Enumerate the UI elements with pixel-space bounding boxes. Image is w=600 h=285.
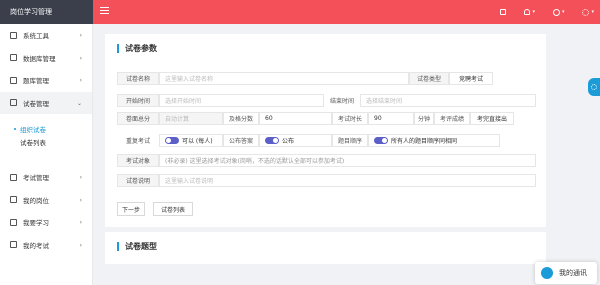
briefcase-icon	[10, 196, 17, 204]
duration-unit: 分钟	[414, 112, 434, 125]
order-label: 题目顺序	[332, 134, 368, 147]
desc-input[interactable]: 这里输入试卷说明	[159, 174, 536, 187]
sidebar-item-database[interactable]: 数据库管理 ›	[0, 47, 92, 70]
duration-input[interactable]: 90	[368, 112, 414, 125]
target-label: 考试对象	[117, 154, 159, 167]
toggle-switch[interactable]	[265, 137, 279, 144]
gear-icon	[582, 8, 590, 16]
sidebar-item-question-bank[interactable]: 题库管理 ›	[0, 69, 92, 92]
toggle-switch[interactable]	[165, 137, 179, 144]
chevron-right-icon: ›	[79, 54, 82, 62]
avatar	[541, 267, 553, 279]
chevron-down-icon: ▾	[561, 9, 565, 15]
duration-label: 考试时长	[332, 112, 368, 125]
end-time-input[interactable]: 选择结束时间	[360, 94, 536, 107]
publish-label: 公布答案	[223, 134, 259, 147]
sidebar: 系统工具 › 数据库管理 › 题库管理 › 试卷管理 ⌄ 组织试卷 试卷列表 考试管理 ›…	[0, 24, 93, 285]
order-toggle[interactable]: 所有人的题目顺序同相同	[368, 134, 500, 147]
target-select[interactable]: (非必录) 这里选择考试对象(岗哨，不选的话默认全部可以参加考试)	[159, 154, 536, 167]
gear-icon	[591, 84, 597, 90]
type-label: 试卷类型	[409, 72, 449, 85]
document-icon	[10, 99, 17, 107]
chevron-down-icon: ▾	[532, 9, 535, 15]
app-title: 岗位学习管理	[0, 0, 93, 24]
settings-menu[interactable]: ▾	[582, 8, 594, 16]
menu-toggle-icon[interactable]	[100, 7, 109, 16]
row-name: 试卷名称 这里输入试卷名称 试卷类型 竞聘考试	[117, 72, 493, 85]
section-title: 试卷参数	[117, 44, 157, 53]
floating-settings-button[interactable]	[588, 78, 600, 96]
pen-icon	[10, 173, 17, 181]
pass-label: 及格分数	[223, 112, 259, 125]
chat-label: 我的通讯	[559, 269, 587, 277]
paper-list-button[interactable]: 试卷列表	[153, 202, 193, 216]
row-target: 考试对象 (非必录) 这里选择考试对象(岗哨，不选的话默认全部可以参加考试)	[117, 154, 536, 167]
sidebar-item-paper-management[interactable]: 试卷管理 ⌄	[0, 91, 92, 114]
exam-icon	[10, 241, 17, 249]
publish-toggle[interactable]: 公布	[259, 134, 332, 147]
chat-widget[interactable]: 我的通讯	[535, 262, 597, 284]
review-label: 考评成绩	[434, 112, 470, 125]
chevron-right-icon: ›	[79, 196, 82, 204]
name-input[interactable]: 这里输入试卷名称	[159, 72, 409, 85]
chevron-down-icon: ▾	[591, 9, 594, 15]
pass-score-input[interactable]: 60	[259, 112, 332, 125]
grid-icon	[10, 31, 17, 39]
fullscreen-icon[interactable]	[500, 9, 507, 15]
sidebar-item-system-tools[interactable]: 系统工具 ›	[0, 24, 92, 47]
next-button[interactable]: 下一步	[117, 202, 145, 216]
notification-menu[interactable]: ▾	[524, 9, 535, 15]
sidebar-item-my-post[interactable]: 我的岗位 ›	[0, 189, 92, 212]
sidebar-item-exam-management[interactable]: 考试管理 ›	[0, 166, 92, 189]
chevron-right-icon: ›	[79, 241, 82, 249]
retake-toggle[interactable]: 可以 (每人)	[159, 134, 223, 147]
row-desc: 试卷说明 这里输入试卷说明	[117, 174, 536, 187]
name-label: 试卷名称	[117, 72, 159, 85]
bell-icon	[524, 9, 531, 15]
paper-params-panel: 试卷参数 试卷名称 这里输入试卷名称 试卷类型 竞聘考试 开始时间 选择开始时间…	[105, 34, 546, 227]
type-select[interactable]: 竞聘考试	[449, 72, 493, 85]
start-label: 开始时间	[117, 94, 159, 107]
chevron-right-icon: ›	[79, 77, 82, 84]
end-label: 结束时间	[324, 94, 360, 107]
layers-icon	[10, 76, 17, 84]
desc-label: 试卷说明	[117, 174, 159, 187]
review-select[interactable]: 考完直接出	[470, 112, 514, 125]
section-title: 试卷题型	[117, 242, 157, 251]
user-menu[interactable]: ▾	[552, 8, 565, 16]
toggle-switch[interactable]	[374, 137, 388, 144]
submenu-item-compose-paper[interactable]: 组织试卷	[0, 122, 92, 135]
database-icon	[10, 54, 17, 62]
row-time: 开始时间 选择开始时间 结束时间 选择结束时间	[117, 94, 536, 107]
sidebar-item-my-exams[interactable]: 我的考试 ›	[0, 234, 92, 257]
user-icon	[552, 8, 560, 16]
retake-label: 重复考试	[117, 134, 159, 147]
total-score-input: 自动计算	[159, 112, 223, 125]
chevron-right-icon: ›	[79, 219, 82, 226]
question-types-panel: 试卷题型	[105, 232, 546, 264]
top-toolbar: ▾ ▾ ▾	[500, 0, 594, 24]
book-icon	[10, 218, 17, 226]
total-label: 卷面总分	[117, 112, 159, 125]
row-options: 重复考试 可以 (每人) 公布答案 公布 题目顺序 所有人的题目顺序同相同	[117, 134, 500, 147]
scrollbar-track[interactable]	[596, 24, 600, 285]
sidebar-item-study[interactable]: 我要学习 ›	[0, 211, 92, 234]
submenu-item-paper-list[interactable]: 试卷列表	[0, 135, 92, 148]
start-time-input[interactable]: 选择开始时间	[159, 94, 324, 107]
chevron-right-icon: ›	[79, 174, 82, 181]
submenu: 组织试卷 试卷列表	[0, 114, 92, 154]
chevron-right-icon: ›	[79, 32, 82, 39]
chevron-down-icon: ⌄	[76, 99, 82, 107]
row-scores: 卷面总分 自动计算 及格分数 60 考试时长 90 分钟 考评成绩 考完直接出	[117, 112, 514, 125]
